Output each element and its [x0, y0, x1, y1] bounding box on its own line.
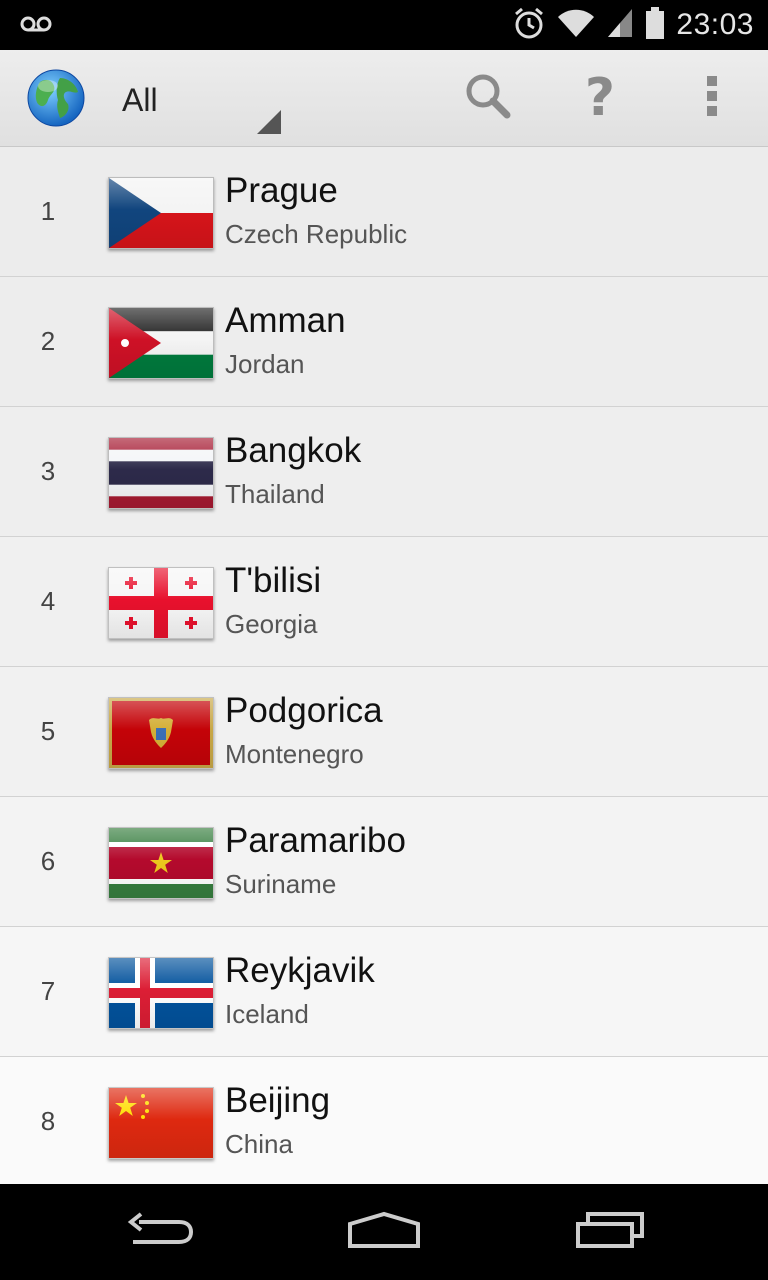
list-item[interactable]: 2 Amman Jordan	[0, 277, 768, 407]
rank-number: 3	[40, 456, 56, 486]
rank-number: 1	[40, 196, 56, 226]
back-button[interactable]	[110, 1204, 210, 1260]
signal-icon	[606, 7, 634, 44]
country-name: China	[225, 1129, 293, 1159]
status-bar: 23:03	[0, 0, 768, 50]
wifi-icon	[556, 7, 596, 44]
filter-spinner[interactable]: All	[110, 68, 285, 136]
dropdown-triangle-icon	[257, 110, 281, 134]
status-time: 23:03	[676, 8, 754, 41]
list-item[interactable]: 5 Podgorica Montenegro	[0, 667, 768, 797]
country-name: Montenegro	[225, 739, 364, 769]
recent-apps-icon	[574, 1210, 646, 1255]
recent-apps-button[interactable]	[560, 1204, 660, 1260]
country-name: Thailand	[225, 479, 325, 509]
montenegro-flag-icon	[108, 697, 214, 769]
alarm-icon	[512, 6, 546, 45]
czech-republic-flag-icon	[108, 177, 214, 249]
voicemail-icon	[20, 14, 52, 39]
country-name: Georgia	[225, 609, 318, 639]
city-name: T'bilisi	[225, 561, 322, 600]
country-name: Suriname	[225, 869, 337, 899]
georgia-flag-icon	[108, 567, 214, 639]
city-name: Podgorica	[225, 691, 383, 730]
city-name: Prague	[225, 171, 338, 210]
action-bar: All ?	[0, 50, 768, 148]
battery-icon	[644, 6, 666, 45]
china-flag-icon	[108, 1087, 214, 1159]
rank-number: 8	[40, 1106, 56, 1136]
help-button[interactable]: ?	[568, 66, 632, 130]
search-button[interactable]	[456, 66, 520, 130]
country-name: Jordan	[225, 349, 305, 379]
thailand-flag-icon	[108, 437, 214, 509]
rank-number: 4	[40, 586, 56, 616]
back-icon	[125, 1210, 195, 1255]
city-list: 1 Prague Czech Republic 2 Amman Jordan 3…	[0, 147, 768, 1186]
rank-number: 6	[40, 846, 56, 876]
city-name: Reykjavik	[225, 951, 375, 990]
globe-icon[interactable]	[26, 68, 86, 128]
rank-number: 7	[40, 976, 56, 1006]
list-item[interactable]: 7 Reykjavik Iceland	[0, 927, 768, 1057]
city-name: Bangkok	[225, 431, 362, 470]
list-item[interactable]: 6 Paramaribo Suriname	[0, 797, 768, 927]
suriname-flag-icon	[108, 827, 214, 899]
city-name: Paramaribo	[225, 821, 406, 860]
country-name: Czech Republic	[225, 219, 408, 249]
jordan-flag-icon	[108, 307, 214, 379]
city-name: Amman	[225, 301, 346, 340]
list-item[interactable]: 1 Prague Czech Republic	[0, 147, 768, 277]
filter-selected-label: All	[122, 82, 158, 118]
search-icon	[463, 71, 513, 126]
help-icon: ?	[584, 68, 616, 128]
overflow-menu-icon	[705, 74, 719, 123]
list-item[interactable]: 8 Beijing China	[0, 1057, 768, 1186]
rank-number: 5	[40, 716, 56, 746]
list-item[interactable]: 4 T'bilisi Georgia	[0, 537, 768, 667]
city-name: Beijing	[225, 1081, 331, 1120]
country-name: Iceland	[225, 999, 309, 1029]
list-item[interactable]: 3 Bangkok Thailand	[0, 407, 768, 537]
iceland-flag-icon	[108, 957, 214, 1029]
rank-number: 2	[40, 326, 56, 356]
overflow-menu-button[interactable]	[680, 66, 744, 130]
home-icon	[346, 1210, 422, 1255]
home-button[interactable]	[334, 1204, 434, 1260]
navigation-bar	[0, 1184, 768, 1280]
